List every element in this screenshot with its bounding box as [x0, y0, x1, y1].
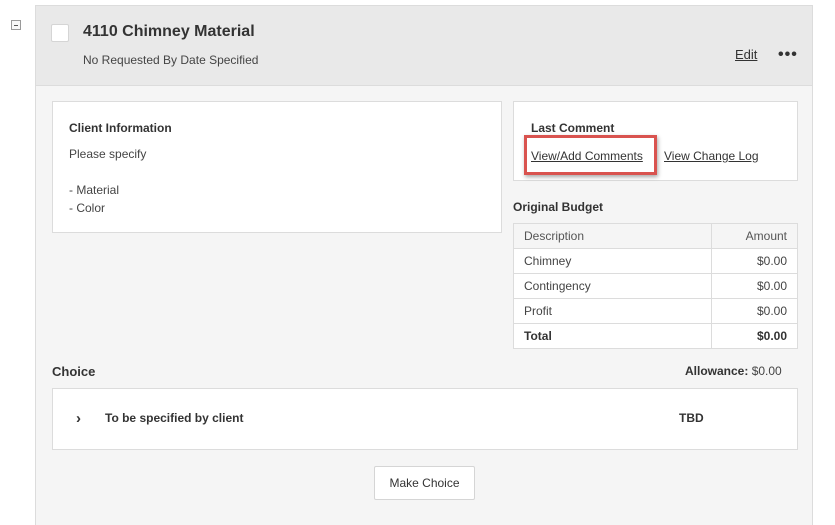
- row-amount: $0.00: [711, 273, 798, 299]
- view-add-comments-link[interactable]: View/Add Comments: [531, 149, 643, 163]
- total-row: Total $0.00: [513, 323, 798, 349]
- client-info-line: - Material: [69, 183, 120, 197]
- client-info-line: Please specify: [69, 147, 147, 161]
- table-row: Contingency $0.00: [513, 273, 798, 299]
- row-amount: $0.00: [711, 248, 798, 274]
- select-checkbox[interactable]: [51, 24, 69, 42]
- allowance-summary: Allowance: $0.00: [685, 364, 782, 378]
- total-label: Total: [513, 323, 712, 349]
- choice-option-row[interactable]: › To be specified by client TBD: [52, 388, 798, 450]
- amount-column-header: Amount: [711, 223, 798, 249]
- client-info-line: - Color: [69, 201, 106, 215]
- selection-card: 4110 Chimney Material No Requested By Da…: [35, 5, 813, 525]
- chevron-right-icon[interactable]: ›: [76, 410, 81, 427]
- collapse-toggle-icon[interactable]: [11, 20, 21, 30]
- choice-option-status: TBD: [679, 411, 704, 425]
- total-amount: $0.00: [711, 323, 798, 349]
- more-options-icon[interactable]: •••: [778, 46, 798, 64]
- table-header-row: Description Amount: [513, 223, 798, 249]
- requested-by-date: No Requested By Date Specified: [83, 53, 259, 67]
- make-choice-button[interactable]: Make Choice: [374, 466, 475, 500]
- row-description: Chimney: [513, 248, 712, 274]
- card-header: 4110 Chimney Material No Requested By Da…: [36, 6, 812, 86]
- edit-link[interactable]: Edit: [735, 47, 757, 62]
- last-comment-heading: Last Comment: [531, 121, 615, 135]
- description-column-header: Description: [513, 223, 712, 249]
- client-information-heading: Client Information: [69, 121, 172, 135]
- item-title: 4110 Chimney Material: [83, 23, 255, 40]
- allowance-label: Allowance:: [685, 364, 749, 378]
- allowance-value: $0.00: [751, 364, 782, 378]
- choice-section-label: Choice: [52, 364, 96, 379]
- choice-option-name: To be specified by client: [105, 411, 244, 425]
- view-change-log-link[interactable]: View Change Log: [664, 149, 759, 163]
- row-amount: $0.00: [711, 298, 798, 324]
- row-description: Profit: [513, 298, 712, 324]
- original-budget-title: Original Budget: [513, 200, 603, 214]
- last-comment-panel: Last Comment View/Add Comments View Chan…: [513, 101, 798, 181]
- table-row: Chimney $0.00: [513, 248, 798, 274]
- budget-table: Description Amount Chimney $0.00 Conting…: [513, 223, 798, 349]
- table-row: Profit $0.00: [513, 298, 798, 324]
- row-description: Contingency: [513, 273, 712, 299]
- client-information-panel: Client Information Please specify - Mate…: [52, 101, 502, 233]
